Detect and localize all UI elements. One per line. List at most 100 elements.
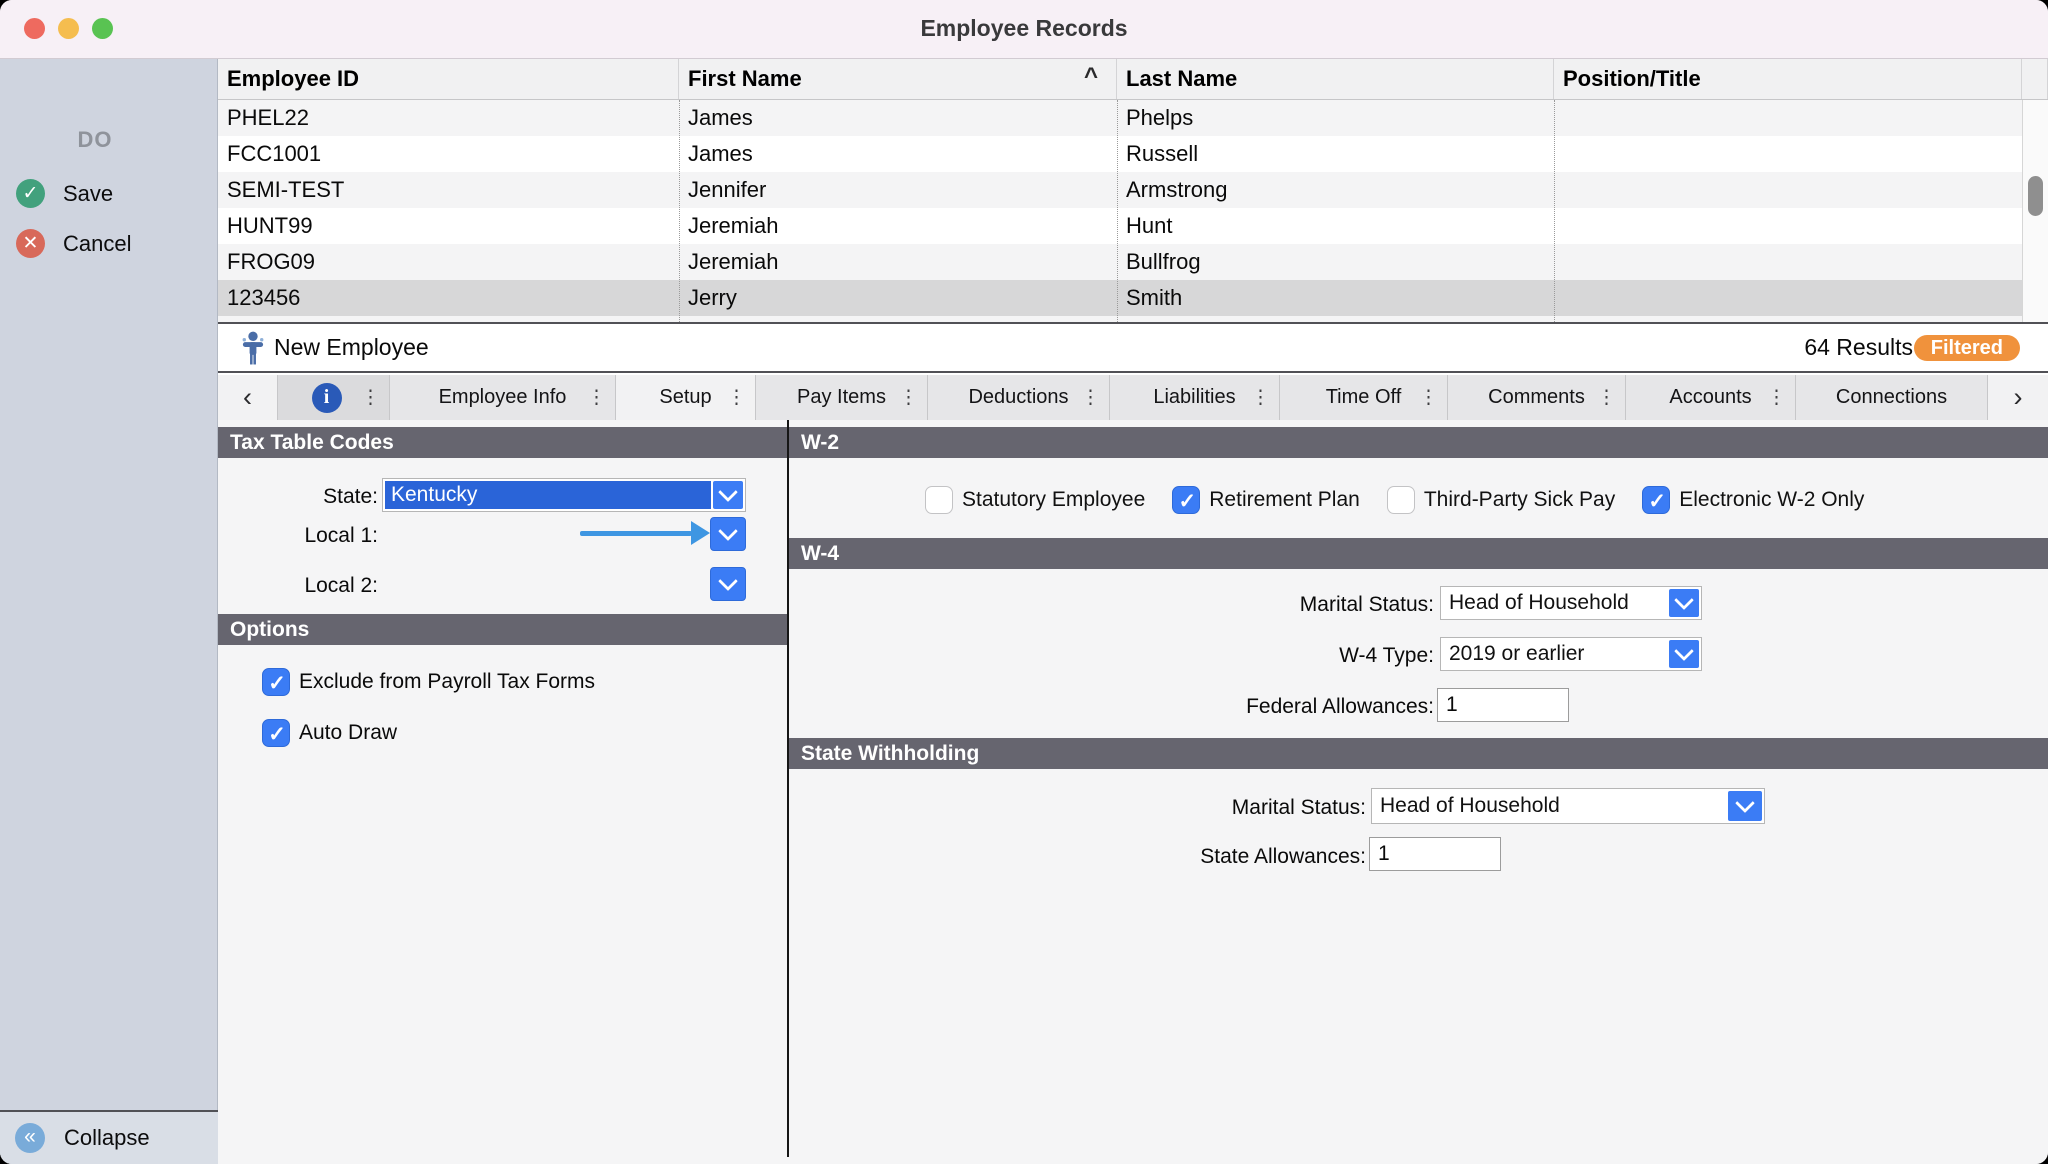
checkbox[interactable]: [262, 719, 290, 747]
tab-menu-icon[interactable]: ⋮: [587, 386, 606, 409]
tabs-scroll-right-button[interactable]: ›: [1988, 375, 2048, 420]
federal-allowances-input[interactable]: [1437, 688, 1569, 722]
table-row[interactable]: FCC1001 James Russell: [218, 136, 2022, 172]
collapse-button[interactable]: « Collapse: [0, 1110, 218, 1164]
state-combobox-value[interactable]: Kentucky: [385, 481, 711, 509]
state-dropdown-button[interactable]: [713, 481, 743, 509]
content-area: [218, 420, 2048, 1164]
local1-label: Local 1:: [218, 524, 378, 548]
cell-position-title: [1554, 172, 2022, 208]
checkbox-label: Retirement Plan: [1209, 488, 1360, 512]
titlebar: Employee Records: [0, 0, 2048, 59]
collapse-chevrons-icon: «: [15, 1123, 45, 1153]
chevron-down-icon: [1674, 641, 1694, 661]
save-button[interactable]: ✓ Save: [0, 177, 218, 211]
pointer-arrow-annotation: [580, 531, 692, 536]
tab-menu-icon[interactable]: ⋮: [1251, 386, 1270, 409]
tab-menu-icon[interactable]: ⋮: [899, 386, 918, 409]
tabs-scroll-left-button[interactable]: ‹: [218, 375, 278, 420]
cell-first-name: Jerry: [679, 280, 1117, 316]
local1-dropdown-button[interactable]: [710, 517, 746, 551]
cell-first-name: Jeremiah: [679, 244, 1117, 280]
cell-employee-id: HUNT99: [218, 208, 679, 244]
cell-first-name: James: [679, 136, 1117, 172]
tab-setup[interactable]: Setup ⋮: [616, 375, 756, 420]
cancel-x-icon: ✕: [16, 229, 45, 258]
column-header-employee-id[interactable]: Employee ID: [218, 59, 679, 99]
tab-employee-info[interactable]: Employee Info ⋮: [390, 375, 616, 420]
tab-menu-icon[interactable]: ⋮: [1767, 386, 1786, 409]
w4-type-value[interactable]: 2019 or earlier: [1443, 640, 1667, 668]
cell-position-title: [1554, 136, 2022, 172]
tab-deductions[interactable]: Deductions ⋮: [928, 375, 1110, 420]
table-row[interactable]: HUNT99 Jeremiah Hunt: [218, 208, 2022, 244]
cell-last-name: Phelps: [1117, 100, 1554, 136]
tab-info[interactable]: i ⋮: [278, 375, 390, 420]
checkbox[interactable]: [1387, 486, 1415, 514]
section-header-w4: W-4: [789, 538, 2048, 569]
employee-records-window: Employee Records DO ✓ Save ✕ Cancel « Co…: [0, 0, 2048, 1164]
w4-marital-status-combobox[interactable]: Head of Household: [1440, 586, 1702, 620]
column-header-label: Employee ID: [227, 66, 359, 91]
w2-third-party-sick-pay: Third-Party Sick Pay: [1387, 486, 1615, 514]
tab-pay-items[interactable]: Pay Items ⋮: [756, 375, 928, 420]
tab-label: Deductions: [968, 386, 1068, 409]
state-combobox[interactable]: Kentucky: [382, 478, 746, 512]
cancel-button[interactable]: ✕ Cancel: [0, 227, 218, 261]
state-marital-status-dropdown-button[interactable]: [1728, 791, 1762, 821]
table-row-selected[interactable]: 123456 Jerry Smith: [218, 280, 2022, 316]
sidebar-header: DO: [0, 127, 190, 153]
tab-menu-icon[interactable]: ⋮: [1419, 386, 1438, 409]
tab-time-off[interactable]: Time Off ⋮: [1280, 375, 1448, 420]
checkbox[interactable]: [262, 668, 290, 696]
state-marital-status-combobox[interactable]: Head of Household: [1371, 788, 1765, 824]
chevron-left-icon: ‹: [243, 382, 252, 413]
local2-dropdown-button[interactable]: [710, 567, 746, 601]
filtered-badge[interactable]: Filtered: [1914, 335, 2020, 361]
tab-accounts[interactable]: Accounts ⋮: [1626, 375, 1796, 420]
local2-label: Local 2:: [218, 574, 378, 598]
tab-menu-icon[interactable]: ⋮: [361, 386, 380, 409]
sidebar: DO ✓ Save ✕ Cancel: [0, 59, 218, 1164]
tab-menu-icon[interactable]: ⋮: [727, 386, 746, 409]
tab-connections[interactable]: Connections: [1796, 375, 1988, 420]
state-allowances-label: State Allowances:: [1066, 845, 1366, 869]
checkbox[interactable]: [1172, 486, 1200, 514]
w4-marital-status-dropdown-button[interactable]: [1669, 589, 1699, 617]
w4-type-combobox[interactable]: 2019 or earlier: [1440, 637, 1702, 671]
tab-menu-icon[interactable]: ⋮: [1081, 386, 1100, 409]
state-allowances-input[interactable]: [1369, 837, 1501, 871]
w4-type-dropdown-button[interactable]: [1669, 640, 1699, 668]
tab-label: Setup: [659, 386, 711, 409]
table-row[interactable]: FROG09 Jeremiah Bullfrog: [218, 244, 2022, 280]
checkbox[interactable]: [1642, 486, 1670, 514]
cell-employee-id: FROG09: [218, 244, 679, 280]
employee-table-body: PHEL22 James Phelps FCC1001 James Russel…: [218, 100, 2022, 322]
scrollbar-thumb[interactable]: [2028, 176, 2043, 216]
checkbox-label: Exclude from Payroll Tax Forms: [299, 670, 595, 694]
checkbox[interactable]: [925, 486, 953, 514]
checkbox-label: Third-Party Sick Pay: [1424, 488, 1615, 512]
state-marital-status-label: Marital Status:: [1066, 796, 1366, 820]
table-vertical-scrollbar[interactable]: [2022, 100, 2048, 322]
table-row[interactable]: SEMI-TEST Jennifer Armstrong: [218, 172, 2022, 208]
save-button-label: Save: [63, 181, 113, 207]
column-header-last-name[interactable]: Last Name: [1117, 59, 1554, 99]
chevron-down-icon: [718, 482, 738, 502]
section-header-tax-table-codes: Tax Table Codes: [218, 427, 787, 458]
w4-marital-status-value[interactable]: Head of Household: [1443, 589, 1667, 617]
cell-employee-id: 123456: [218, 280, 679, 316]
tab-liabilities[interactable]: Liabilities ⋮: [1110, 375, 1280, 420]
column-header-first-name[interactable]: First Name ^: [679, 59, 1117, 99]
table-row[interactable]: PHEL22 James Phelps: [218, 100, 2022, 136]
tab-comments[interactable]: Comments ⋮: [1448, 375, 1626, 420]
cell-position-title: [1554, 100, 2022, 136]
header-scroll-gutter: [2022, 59, 2048, 99]
state-marital-status-value[interactable]: Head of Household: [1374, 791, 1726, 821]
column-header-position-title[interactable]: Position/Title: [1554, 59, 2022, 99]
panel-divider: [787, 420, 789, 1157]
tab-label: Connections: [1836, 386, 1947, 409]
chevron-down-icon: [718, 571, 738, 591]
tab-menu-icon[interactable]: ⋮: [1597, 386, 1616, 409]
cell-last-name: Russell: [1117, 136, 1554, 172]
